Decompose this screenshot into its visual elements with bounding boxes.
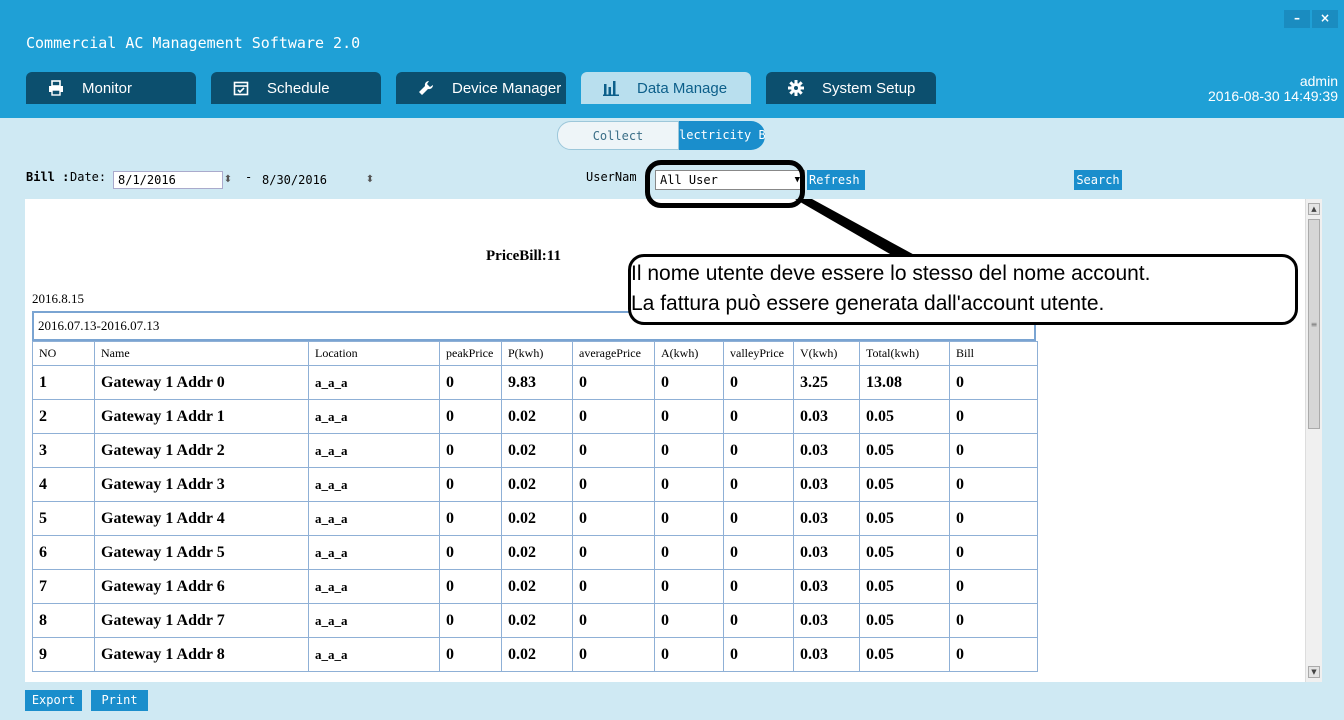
callout-pointer (795, 199, 920, 258)
callout-line: La fattura può essere generata dall'acco… (631, 292, 1105, 315)
annotation-callout: Il nome utente deve essere lo stesso del… (628, 254, 1298, 325)
callout-line: Il nome utente deve essere lo stesso del… (631, 262, 1151, 285)
